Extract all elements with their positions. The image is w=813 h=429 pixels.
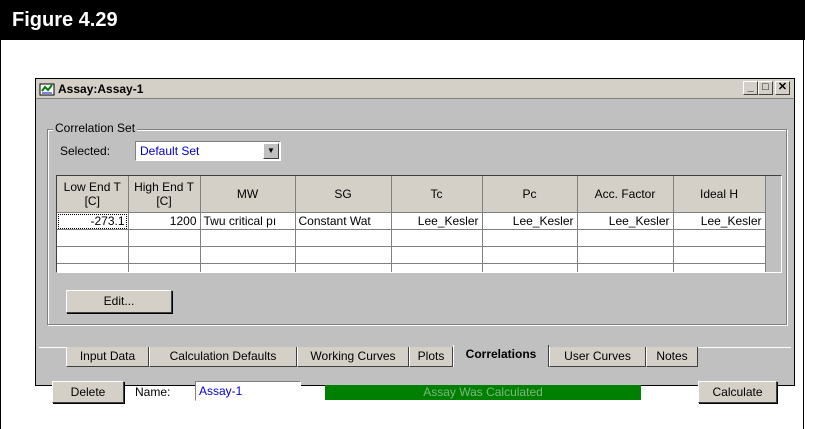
figure-title: Figure 4.29 <box>12 9 118 31</box>
correlation-table: Low End T [C] High End T [C] MW SG Tc Pc… <box>57 176 766 272</box>
column-header[interactable]: MW <box>200 176 296 213</box>
window-title: Assay:Assay-1 <box>58 82 144 96</box>
table-cell[interactable] <box>673 246 766 264</box>
column-header[interactable]: Ideal H <box>673 176 766 213</box>
tab-notes[interactable]: Notes <box>646 347 698 367</box>
close-button[interactable]: ✕ <box>775 81 790 95</box>
table-cell[interactable] <box>200 263 296 272</box>
correlation-grid[interactable]: Low End T [C] High End T [C] MW SG Tc Pc… <box>56 175 782 273</box>
table-cell[interactable] <box>673 263 766 272</box>
table-cell[interactable] <box>57 229 129 247</box>
tab-calculation-defaults[interactable]: Calculation Defaults <box>149 347 297 367</box>
tab-correlations[interactable]: Correlations <box>453 345 549 367</box>
table-cell[interactable] <box>295 229 392 247</box>
tab-plots[interactable]: Plots <box>409 347 453 367</box>
table-cell[interactable] <box>295 246 392 264</box>
assay-window: Assay:Assay-1 _ □ ✕ Correlation Set Sele… <box>35 78 795 403</box>
table-cell[interactable] <box>128 246 201 264</box>
header-row: Low End T [C] High End T [C] MW SG Tc Pc… <box>57 176 766 213</box>
table-cell[interactable] <box>577 229 674 247</box>
table-cell[interactable] <box>577 263 674 272</box>
table-cell[interactable]: Lee_Kesler <box>577 212 674 230</box>
minimize-button[interactable]: _ <box>743 81 758 95</box>
column-header[interactable]: High End T [C] <box>128 176 201 213</box>
column-header[interactable]: Tc <box>391 176 483 213</box>
table-cell[interactable]: Lee_Kesler <box>673 212 766 230</box>
column-header[interactable]: Low End T [C] <box>57 176 129 213</box>
dropdown-value: Default Set <box>140 144 200 158</box>
correlation-set-label: Correlation Set <box>53 121 138 135</box>
column-header[interactable]: Pc <box>482 176 578 213</box>
maximize-button[interactable]: □ <box>758 81 773 95</box>
table-cell[interactable] <box>128 229 201 247</box>
table-cell[interactable] <box>391 246 483 264</box>
table-cell[interactable] <box>391 229 483 247</box>
table-cell[interactable]: Lee_Kesler <box>391 212 483 230</box>
chevron-down-icon[interactable]: ▼ <box>263 143 279 159</box>
table-cell[interactable] <box>482 229 578 247</box>
correlation-set-dropdown[interactable]: Default Set ▼ <box>135 141 281 161</box>
delete-button[interactable]: Delete <box>52 381 124 403</box>
table-row <box>57 263 766 272</box>
tab-working-curves[interactable]: Working Curves <box>297 347 409 367</box>
figure-header: Figure 4.29 <box>0 0 805 40</box>
column-header[interactable]: Acc. Factor <box>577 176 674 213</box>
table-row: -273.1 1200 Twu critical pı Constant Wat… <box>57 212 766 230</box>
table-cell[interactable]: Constant Wat <box>295 212 392 230</box>
calculate-button[interactable]: Calculate <box>698 381 777 403</box>
table-cell[interactable] <box>482 263 578 272</box>
column-header[interactable]: SG <box>295 176 392 213</box>
name-field[interactable]: Assay-1 <box>195 381 301 401</box>
table-cell[interactable] <box>57 246 129 264</box>
table-cell[interactable] <box>482 246 578 264</box>
selected-label: Selected: <box>60 144 111 158</box>
table-cell[interactable] <box>673 229 766 247</box>
table-cell[interactable] <box>391 263 483 272</box>
assay-app-icon <box>39 83 55 96</box>
name-value: Assay-1 <box>199 384 243 398</box>
table-cell[interactable] <box>577 246 674 264</box>
table-row <box>57 229 766 247</box>
table-cell[interactable] <box>200 229 296 247</box>
table-cell[interactable]: Twu critical pı <box>200 212 296 230</box>
table-cell[interactable] <box>200 246 296 264</box>
edit-button[interactable]: Edit... <box>66 290 172 313</box>
table-cell[interactable]: -273.1 <box>57 212 129 230</box>
tab-user-curves[interactable]: User Curves <box>549 347 646 367</box>
tab-input-data[interactable]: Input Data <box>66 347 149 367</box>
table-cell[interactable] <box>128 263 201 272</box>
table-cell[interactable]: 1200 <box>128 212 201 230</box>
name-label: Name: <box>135 385 171 399</box>
table-cell[interactable] <box>57 263 129 272</box>
table-cell[interactable]: Lee_Kesler <box>482 212 578 230</box>
status-bar: Assay Was Calculated <box>325 385 641 400</box>
title-bar[interactable]: Assay:Assay-1 _ □ ✕ <box>36 79 794 99</box>
table-cell[interactable] <box>295 263 392 272</box>
table-row <box>57 246 766 264</box>
